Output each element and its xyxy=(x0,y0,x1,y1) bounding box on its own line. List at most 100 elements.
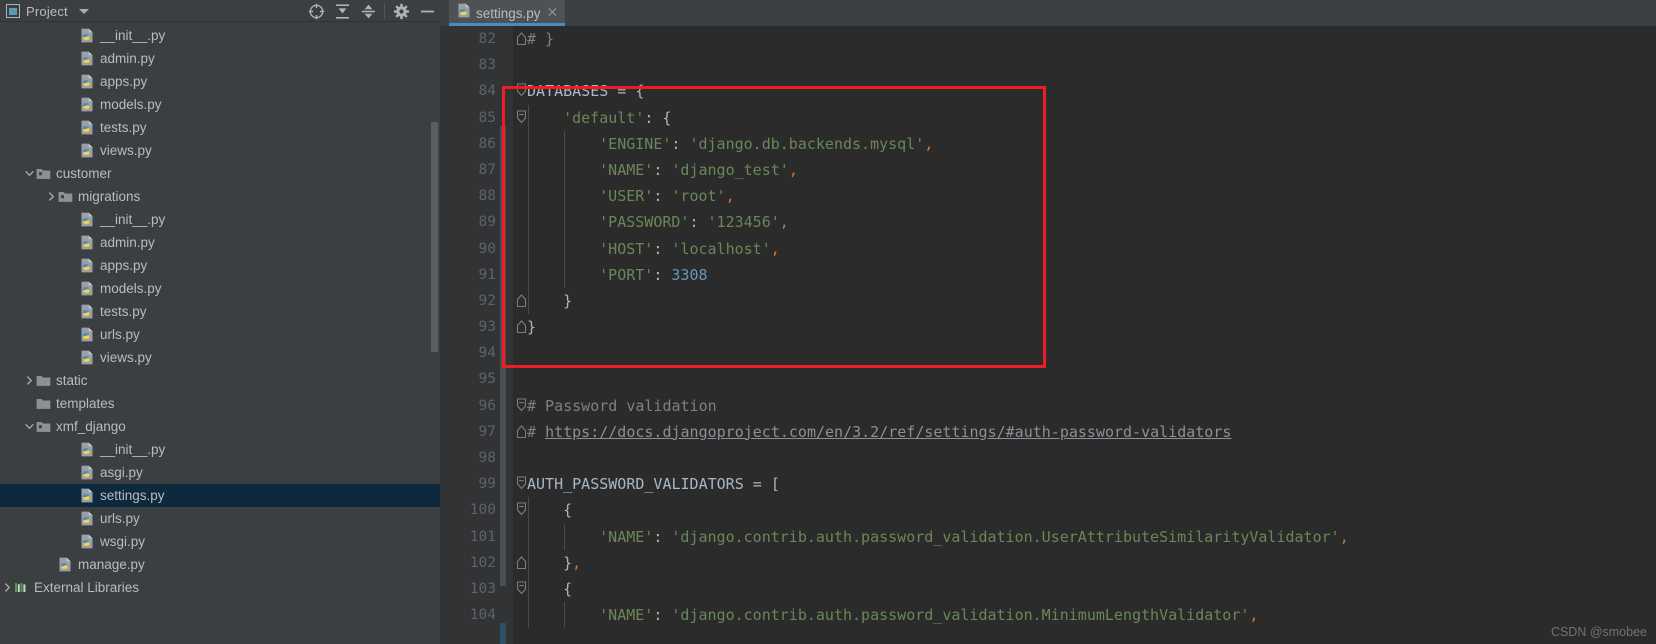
tree-item-apps-py[interactable]: apps.py xyxy=(0,70,440,93)
code-line[interactable]: 82 # } xyxy=(440,26,1656,52)
project-file-tree[interactable]: __init__.py admin.py apps.py models.py tests… xyxy=(0,22,440,644)
chevron-down-icon[interactable] xyxy=(78,8,89,14)
chevron-down-icon[interactable] xyxy=(22,162,36,185)
python-file-icon xyxy=(80,304,98,319)
python-file-icon xyxy=(80,281,98,296)
code-lines[interactable]: 82 # } 83 84 DATABASES = {85'default': {86 'E… xyxy=(440,26,1656,629)
chevron-right-icon[interactable] xyxy=(44,185,58,208)
code-line[interactable]: 88 'USER': 'root', xyxy=(440,183,1656,210)
code-text: { xyxy=(563,497,572,523)
gear-icon[interactable] xyxy=(388,0,414,22)
tree-item-asgi-py[interactable]: asgi.py xyxy=(0,461,440,484)
close-icon[interactable]: ✕ xyxy=(547,5,559,21)
project-panel-title: Project xyxy=(26,3,68,19)
code-line[interactable]: 104 'NAME': 'django.contrib.auth.password… xyxy=(440,602,1656,629)
tree-item-urls-py[interactable]: urls.py xyxy=(0,323,440,346)
fold-collapse-icon[interactable] xyxy=(516,581,527,596)
code-line[interactable]: 99 AUTH_PASSWORD_VALIDATORS = [ xyxy=(440,471,1656,497)
code-token: 'root' xyxy=(671,187,726,206)
line-number: 85 xyxy=(478,109,496,126)
code-line[interactable]: 96 # Password validation xyxy=(440,393,1656,419)
tree-item-xmf-django[interactable]: xmf_django xyxy=(0,415,440,438)
tree-item--init-py[interactable]: __init__.py xyxy=(0,208,440,231)
locate-file-icon[interactable] xyxy=(303,0,329,22)
code-token: # Password validation xyxy=(527,396,717,415)
fold-collapse-icon[interactable] xyxy=(516,398,527,413)
tree-item-label: settings.py xyxy=(100,488,165,503)
code-text: }, xyxy=(563,550,581,576)
tree-item-settings-py[interactable]: settings.py xyxy=(0,484,440,507)
tree-item-views-py[interactable]: views.py xyxy=(0,346,440,369)
python-file-icon xyxy=(80,235,98,250)
code-line[interactable]: 87 'NAME': 'django_test', xyxy=(440,156,1656,184)
code-token: 'django.db.backends.mysql' xyxy=(689,134,925,153)
line-number: 98 xyxy=(478,450,496,466)
tree-item-external-libraries[interactable]: External Libraries xyxy=(0,576,440,599)
code-line[interactable]: 92} xyxy=(440,287,1656,315)
tree-item-tests-py[interactable]: tests.py xyxy=(0,300,440,323)
code-line[interactable]: 95 xyxy=(440,366,1656,392)
tree-item-label: views.py xyxy=(100,143,152,158)
code-line[interactable]: 84 DATABASES = { xyxy=(440,78,1656,104)
tree-item-apps-py[interactable]: apps.py xyxy=(0,254,440,277)
tree-item-wsgi-py[interactable]: wsgi.py xyxy=(0,530,440,553)
code-line[interactable]: 83 xyxy=(440,52,1656,78)
tree-item-admin-py[interactable]: admin.py xyxy=(0,231,440,254)
line-number: 102 xyxy=(469,554,496,571)
code-line[interactable]: 89 'PASSWORD': '123456', xyxy=(440,209,1656,236)
tree-item--init-py[interactable]: __init__.py xyxy=(0,24,440,47)
fold-end-icon[interactable] xyxy=(516,424,527,439)
tree-item-urls-py[interactable]: urls.py xyxy=(0,507,440,530)
tree-item-customer[interactable]: customer xyxy=(0,162,440,185)
fold-end-icon[interactable] xyxy=(516,319,527,334)
tree-item--init-py[interactable]: __init__.py xyxy=(0,438,440,461)
code-line[interactable]: 91 'PORT': 3308 xyxy=(440,261,1656,288)
code-line[interactable]: 103 { xyxy=(440,575,1656,603)
code-line[interactable]: 98 xyxy=(440,445,1656,471)
tree-item-models-py[interactable]: models.py xyxy=(0,277,440,300)
expand-all-icon[interactable] xyxy=(329,0,355,22)
tree-item-static[interactable]: static xyxy=(0,369,440,392)
tree-item-label: tests.py xyxy=(100,120,147,135)
code-line[interactable]: 100 { xyxy=(440,497,1656,524)
tree-item-migrations[interactable]: migrations xyxy=(0,185,440,208)
chevron-right-icon[interactable] xyxy=(22,369,36,392)
code-token: , xyxy=(725,187,735,206)
code-line[interactable]: 90 'HOST': 'localhost', xyxy=(440,235,1656,262)
code-token: : { xyxy=(644,108,672,127)
line-number: 101 xyxy=(469,528,496,545)
minimize-icon[interactable] xyxy=(414,0,440,22)
code-line[interactable]: 97 # https://docs.djangoproject.com/en/3.… xyxy=(440,419,1656,445)
tree-item-models-py[interactable]: models.py xyxy=(0,93,440,116)
editor-tab-settings-py[interactable]: settings.py ✕ xyxy=(449,0,566,26)
code-line[interactable]: 94 xyxy=(440,340,1656,366)
fold-collapse-icon[interactable] xyxy=(516,110,527,125)
project-panel-scrollbar[interactable] xyxy=(431,122,438,352)
fold-collapse-icon[interactable] xyxy=(516,83,527,98)
tree-item-views-py[interactable]: views.py xyxy=(0,139,440,162)
chevron-down-icon[interactable] xyxy=(22,415,36,438)
chevron-right-icon[interactable] xyxy=(0,576,14,599)
tree-item-manage-py[interactable]: manage.py xyxy=(0,553,440,576)
code-line[interactable]: 102}, xyxy=(440,549,1656,576)
fold-end-icon[interactable] xyxy=(516,555,527,570)
code-token: 'NAME' xyxy=(599,606,654,625)
tree-item-admin-py[interactable]: admin.py xyxy=(0,47,440,70)
code-line[interactable]: 85 'default': { xyxy=(440,104,1656,131)
code-line[interactable]: 93} xyxy=(440,314,1656,340)
fold-collapse-icon[interactable] xyxy=(516,502,527,517)
fold-end-icon[interactable] xyxy=(516,31,527,46)
tree-item-label: admin.py xyxy=(100,235,155,250)
code-url-link[interactable]: https://docs.djangoproject.com/en/3.2/re… xyxy=(545,423,1231,441)
tree-item-templates[interactable]: templates xyxy=(0,392,440,415)
collapse-all-icon[interactable] xyxy=(355,0,381,22)
fold-collapse-icon[interactable] xyxy=(516,476,527,491)
code-token: , xyxy=(770,239,780,258)
tree-item-tests-py[interactable]: tests.py xyxy=(0,116,440,139)
fold-end-icon[interactable] xyxy=(516,293,527,308)
code-line[interactable]: 101 'NAME': 'django.contrib.auth.password… xyxy=(440,523,1656,550)
code-line[interactable]: 86 'ENGINE': 'django.db.backends.mysql', xyxy=(440,130,1656,157)
code-editor[interactable]: 82 # } 83 84 DATABASES = {85'default': {86 'E… xyxy=(440,26,1656,644)
